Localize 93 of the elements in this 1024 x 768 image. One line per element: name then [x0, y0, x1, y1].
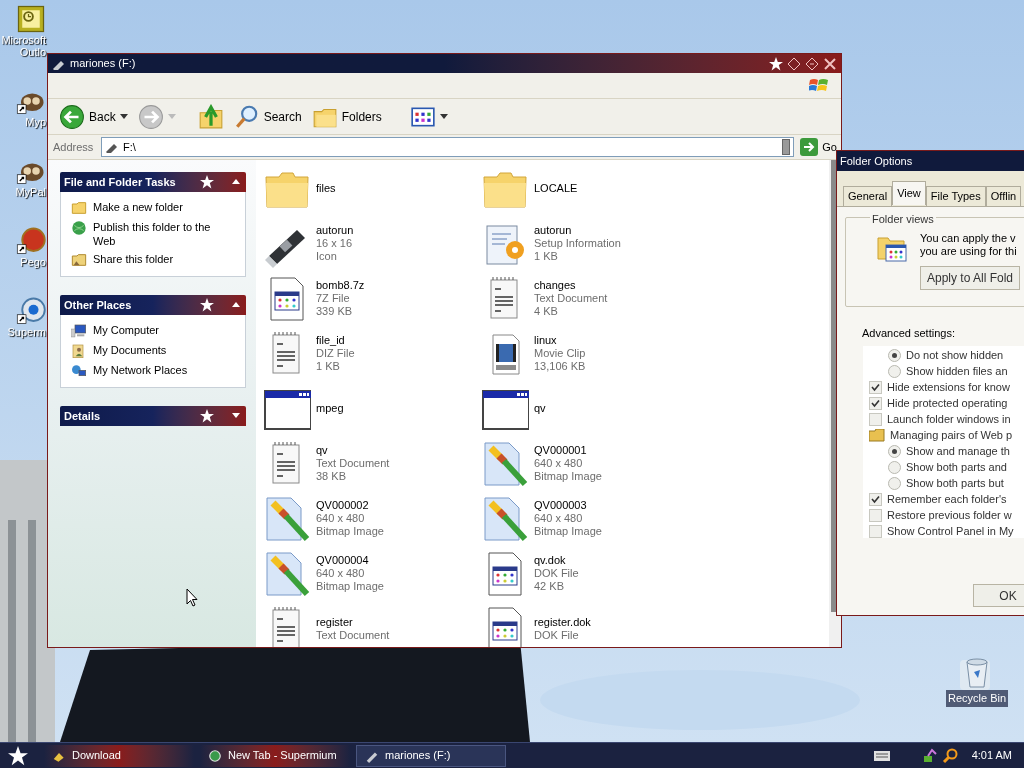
setting-label: Hide protected operating — [887, 396, 1008, 412]
back-button[interactable]: Back — [56, 101, 131, 132]
file-detail: DIZ File — [316, 347, 355, 360]
task-link[interactable]: Share this folder — [71, 252, 235, 268]
folders-button[interactable]: Folders — [308, 101, 385, 132]
file-detail: Movie Clip — [534, 347, 586, 360]
file-detail: Text Document — [316, 457, 390, 470]
file-name[interactable]: QV000004 — [316, 554, 384, 567]
setting-label: Managing pairs of Web p — [890, 428, 1013, 444]
task-link[interactable]: Publish this folder to the Web — [71, 220, 235, 248]
file-detail: Text Document — [534, 292, 608, 305]
icon-label: Myp — [25, 116, 46, 128]
apply-button[interactable]: Apply to All Fold — [920, 266, 1021, 290]
ok-button[interactable]: OK — [973, 584, 1024, 607]
file-detail: DOK File — [534, 628, 580, 642]
file-name[interactable]: mpeg — [316, 402, 344, 415]
go-button[interactable]: Go — [798, 138, 839, 156]
file-name[interactable]: file_id — [316, 334, 355, 347]
file-detail: Bitmap Image — [534, 525, 602, 538]
file-detail: DOK File — [534, 567, 579, 580]
file-name[interactable]: QV000002 — [316, 499, 384, 512]
setting-label: Remember each folder's — [887, 492, 1007, 508]
file-detail: 1 KB — [316, 360, 341, 373]
file-detail: 339 KB — [316, 305, 354, 318]
file-name[interactable]: bomb8.7z — [316, 279, 365, 292]
file-name[interactable]: files — [316, 182, 336, 195]
tab[interactable]: View — [892, 181, 926, 205]
panel-header[interactable]: Other Places — [60, 295, 246, 315]
file-name[interactable]: qv.dok — [534, 554, 579, 567]
task-link[interactable]: My Network Places — [71, 363, 235, 379]
icon-label: MyPal — [15, 186, 46, 198]
file-detail: 4 KB — [534, 305, 559, 318]
file-name[interactable]: register — [316, 615, 390, 629]
window-title: Folder Options — [840, 153, 913, 169]
setting-label: Show and manage th — [906, 444, 1010, 460]
file-name[interactable]: register.dok — [534, 615, 591, 629]
icon-label: Superm — [7, 326, 46, 338]
clock: 4:01 AM — [971, 748, 1012, 764]
setting-label: Show hidden files an — [906, 364, 1008, 380]
file-detail: 640 x 480 — [534, 457, 584, 470]
taskbar-button[interactable]: Download — [44, 744, 194, 767]
tab[interactable]: File Types — [925, 186, 986, 206]
file-detail: 640 x 480 — [316, 567, 366, 580]
setting-label: Show both parts and — [906, 460, 1007, 476]
panel-header[interactable]: Details — [60, 406, 246, 426]
setting-label: Show both parts but — [906, 476, 1004, 492]
description-text: you are using for thi — [920, 245, 1018, 258]
file-detail: 16 x 16 — [316, 237, 354, 250]
file-name[interactable]: qv — [316, 444, 390, 457]
file-detail: 1 KB — [534, 250, 559, 263]
file-detail: Setup Information — [534, 237, 621, 250]
taskbar-button[interactable]: mariones (F:) — [356, 744, 506, 767]
file-name[interactable]: qv — [534, 402, 546, 415]
search-button[interactable]: Search — [230, 101, 305, 132]
tab[interactable]: General — [843, 186, 893, 206]
task-link[interactable]: My Documents — [71, 343, 235, 359]
address-field[interactable]: F:\ — [101, 137, 795, 157]
file-detail: 7Z File — [316, 292, 351, 305]
task-link[interactable]: My Computer — [71, 323, 235, 339]
panel-header[interactable]: File and Folder Tasks — [60, 172, 246, 192]
icon-label: Outlo — [19, 46, 46, 58]
file-name[interactable]: linux — [534, 334, 586, 347]
file-name[interactable]: QV000003 — [534, 499, 602, 512]
taskbar-button[interactable]: New Tab - Supermium — [200, 744, 350, 767]
window-title: mariones (F:) — [70, 56, 136, 72]
file-detail: Bitmap Image — [316, 525, 384, 538]
file-detail: Bitmap Image — [316, 580, 384, 593]
file-detail: 640 x 480 — [316, 512, 366, 525]
icon-label: Pego — [20, 256, 46, 268]
setting-label: Show Control Panel in My — [887, 524, 1014, 540]
section-label: Advanced settings: — [861, 326, 956, 341]
icon-label: Recycle Bin — [946, 690, 1009, 707]
setting-label: Restore previous folder w — [887, 508, 1012, 524]
address-label: Address — [53, 139, 95, 155]
file-detail: Text Document — [316, 628, 390, 642]
task-link[interactable]: Make a new folder — [71, 200, 235, 216]
tab[interactable]: Offlin — [985, 186, 1022, 206]
file-detail: 38 KB — [316, 470, 347, 483]
file-name[interactable]: changes — [534, 279, 608, 292]
description-text: You can apply the v — [920, 232, 1017, 245]
file-detail: Icon — [316, 250, 338, 263]
file-detail: Bitmap Image — [534, 470, 602, 483]
file-name[interactable]: autorun — [316, 224, 354, 237]
file-name[interactable]: QV000001 — [534, 444, 602, 457]
file-name[interactable]: LOCALE — [534, 182, 578, 195]
setting-label: Hide extensions for know — [887, 380, 1010, 396]
icon-label: Microsoft — [1, 34, 46, 46]
setting-label: Launch folder windows in — [887, 412, 1011, 428]
setting-label: Do not show hidden — [906, 348, 1004, 364]
file-name[interactable]: autorun — [534, 224, 621, 237]
file-detail: 640 x 480 — [534, 512, 584, 525]
file-detail: 13,106 KB — [534, 360, 586, 373]
file-detail: 42 KB — [534, 580, 565, 593]
